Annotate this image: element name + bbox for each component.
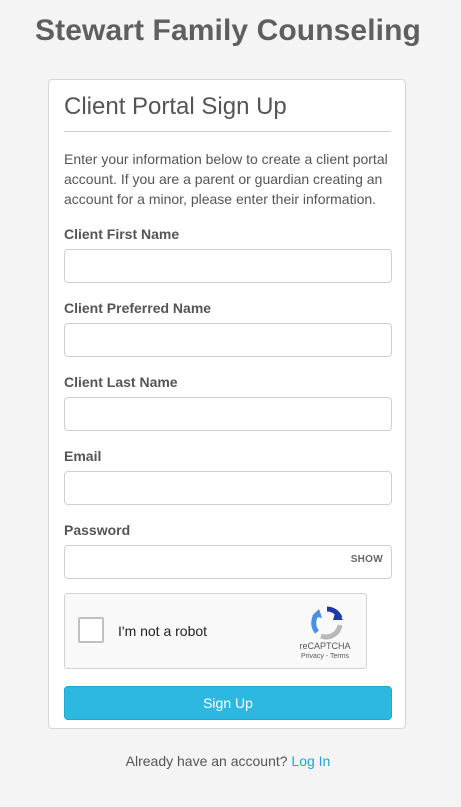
- password-field: SHOW: [64, 545, 392, 579]
- recaptcha-label: I'm not a robot: [118, 623, 208, 639]
- signup-card: Client Portal Sign Up Enter your informa…: [48, 79, 406, 729]
- first-name-label: Client First Name: [64, 226, 180, 242]
- show-password-button[interactable]: SHOW: [351, 554, 383, 565]
- password-input[interactable]: [64, 545, 392, 579]
- login-prompt-text: Already have an account?: [125, 753, 288, 769]
- password-label: Password: [64, 522, 131, 538]
- last-name-input[interactable]: [64, 397, 392, 431]
- recaptcha-logo-icon: [311, 606, 343, 640]
- log-in-link[interactable]: Log In: [291, 753, 330, 769]
- site-title: Stewart Family Counseling: [35, 14, 421, 47]
- recaptcha-brand: reCAPTCHA: [299, 641, 351, 651]
- recaptcha-checkbox[interactable]: [78, 617, 104, 643]
- email-input[interactable]: [64, 471, 392, 505]
- preferred-name-input[interactable]: [64, 323, 392, 357]
- last-name-label: Client Last Name: [64, 374, 178, 390]
- email-label: Email: [64, 448, 102, 464]
- sign-up-button[interactable]: Sign Up: [64, 686, 392, 720]
- preferred-name-label: Client Preferred Name: [64, 300, 212, 316]
- title-divider: [64, 131, 391, 132]
- first-name-input[interactable]: [64, 249, 392, 283]
- form-intro: Enter your information below to create a…: [64, 151, 388, 207]
- recaptcha-widget: I'm not a robot reCAPTCHA Privacy - Term…: [64, 593, 367, 669]
- login-prompt: Already have an account? Log In: [0, 753, 456, 769]
- recaptcha-links[interactable]: Privacy - Terms: [290, 653, 360, 660]
- form-title: Client Portal Sign Up: [64, 93, 287, 120]
